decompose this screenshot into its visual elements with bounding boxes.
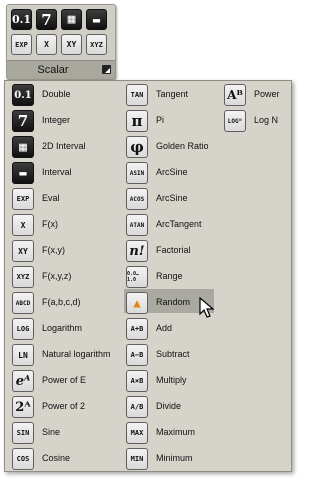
log-icon: LOG	[12, 318, 34, 340]
fxyz-icon: XYZ	[12, 266, 34, 288]
menu-item-sine[interactable]: Sine	[42, 427, 60, 437]
menu-item-subtract[interactable]: Subtract	[156, 349, 190, 359]
menu-item-arctangent[interactable]: ArcTangent	[156, 219, 202, 229]
interval-button[interactable]: ▬	[86, 9, 107, 30]
menu-item-maximum[interactable]: Maximum	[156, 427, 195, 437]
sine-icon: SIN	[12, 422, 34, 444]
eval-button[interactable]: EXP	[11, 34, 32, 55]
menu-item-natural-logarithm[interactable]: Natural logarithm	[42, 349, 111, 359]
menu-item-2d-interval[interactable]: 2D Interval	[42, 141, 86, 151]
2d-interval-icon: ▦	[12, 136, 34, 158]
menu-item-power-of-e[interactable]: Power of E	[42, 375, 86, 385]
scalar-mini-panel: 0.1 7 ▦ ▬ EXP X XY XYZ Scalar	[6, 4, 116, 80]
menu-item-tangent[interactable]: Tangent	[156, 89, 188, 99]
menu-item-divide[interactable]: Divide	[156, 401, 181, 411]
integer-icon: 7	[12, 110, 34, 132]
menu-item-multiply[interactable]: Multiply	[156, 375, 187, 385]
add-icon: A+B	[126, 318, 148, 340]
ln-icon: LN	[12, 344, 34, 366]
menu-item-logarithm[interactable]: Logarithm	[42, 323, 82, 333]
divide-icon: A/B	[126, 396, 148, 418]
power-2-icon: 2ᴬ	[12, 396, 34, 418]
fx-icon: X	[12, 214, 34, 236]
fxy-icon: XY	[12, 240, 34, 262]
subtract-icon: A−B	[126, 344, 148, 366]
arctangent-icon: ATAN	[126, 214, 148, 236]
menu-item-eval[interactable]: Eval	[42, 193, 60, 203]
integer-button[interactable]: 7	[36, 9, 57, 30]
menu-item-random[interactable]: Random	[156, 297, 190, 307]
interval-icon: ▬	[12, 162, 34, 184]
menu-item-log-n[interactable]: Log N	[254, 115, 278, 125]
menu-item-power[interactable]: Power	[254, 89, 280, 99]
menu-item-golden-ratio[interactable]: Golden Ratio	[156, 141, 209, 151]
menu-item-cosine[interactable]: Cosine	[42, 453, 70, 463]
menu-item-add[interactable]: Add	[156, 323, 172, 333]
minimum-icon: MIN	[126, 448, 148, 470]
tangent-icon: TAN	[126, 84, 148, 106]
eval-icon: EXP	[12, 188, 34, 210]
scalar-menu: 0.1 Double 7 Integer ▦ 2D Interval ▬ Int…	[4, 80, 292, 472]
menu-item-fabcd[interactable]: F(a,b,c,d)	[42, 297, 81, 307]
fabcd-icon: ABCD	[12, 292, 34, 314]
log-n-icon: LOGᴺ	[224, 110, 246, 132]
menu-item-fxyz[interactable]: F(x,y,z)	[42, 271, 71, 281]
expand-icon[interactable]	[102, 65, 111, 74]
menu-item-range[interactable]: Range	[156, 271, 183, 281]
menu-item-fx[interactable]: F(x)	[42, 219, 58, 229]
menu-item-double[interactable]: Double	[42, 89, 71, 99]
power-icon: Aᴮ	[224, 84, 246, 106]
fx-button[interactable]: X	[36, 34, 57, 55]
mouse-cursor-icon	[199, 297, 215, 318]
menu-item-pi[interactable]: Pi	[156, 115, 164, 125]
menu-item-power-of-2[interactable]: Power of 2	[42, 401, 85, 411]
menu-item-integer[interactable]: Integer	[42, 115, 70, 125]
pi-icon: π	[126, 110, 148, 132]
phi-icon: φ	[126, 136, 148, 158]
power-e-icon: eᴬ	[12, 370, 34, 392]
menu-item-arcsine[interactable]: ArcSine	[156, 167, 188, 177]
panel-caption: Scalar	[7, 60, 115, 79]
arccosine-icon: ACOS	[126, 188, 148, 210]
panel-title: Scalar	[37, 64, 69, 76]
menu-item-arccosine[interactable]: ArcSine	[156, 193, 188, 203]
maximum-icon: MAX	[126, 422, 148, 444]
factorial-icon: n!	[126, 240, 148, 262]
menu-item-factorial[interactable]: Factorial	[156, 245, 191, 255]
double-button[interactable]: 0.1	[11, 9, 32, 30]
cosine-icon: COS	[12, 448, 34, 470]
menu-item-minimum[interactable]: Minimum	[156, 453, 193, 463]
fxy-button[interactable]: XY	[61, 34, 82, 55]
menu-item-interval[interactable]: Interval	[42, 167, 72, 177]
fxyz-button[interactable]: XYZ	[86, 34, 107, 55]
range-icon: 0.0…1.0	[126, 266, 148, 288]
arcsine-icon: ASIN	[126, 162, 148, 184]
random-icon: ▲	[126, 292, 148, 314]
double-icon: 0.1	[12, 84, 34, 106]
menu-item-fxy[interactable]: F(x,y)	[42, 245, 65, 255]
multiply-icon: A×B	[126, 370, 148, 392]
2d-interval-button[interactable]: ▦	[61, 9, 82, 30]
